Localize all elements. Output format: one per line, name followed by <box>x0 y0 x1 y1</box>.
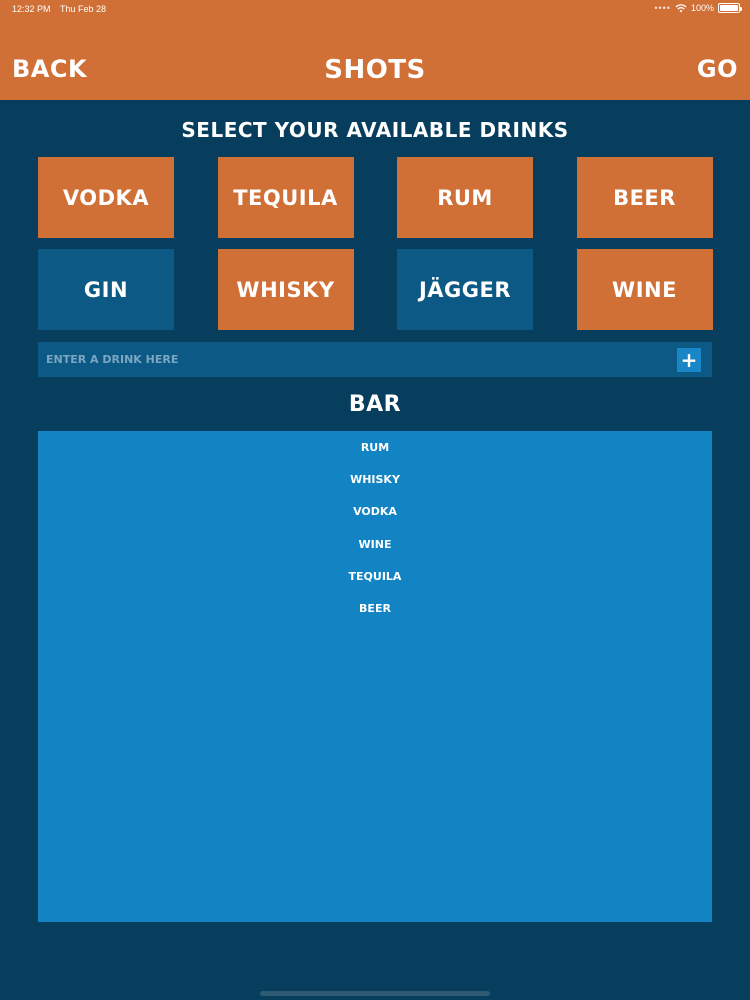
page-title: SHOTS <box>324 55 426 85</box>
drink-button-3[interactable]: BEER <box>576 157 713 238</box>
bar-list-item[interactable]: RUM <box>38 441 712 454</box>
bar-list-item[interactable]: VODKA <box>38 505 712 518</box>
signal-dots-icon: •••• <box>654 3 671 13</box>
add-drink-button[interactable]: + <box>677 348 701 372</box>
select-drinks-heading: SELECT YOUR AVAILABLE DRINKS <box>181 118 569 142</box>
bar-list-item[interactable]: TEQUILA <box>38 570 712 583</box>
drink-button-2[interactable]: RUM <box>397 157 533 238</box>
drink-input[interactable] <box>38 342 668 377</box>
status-time: 12:32 PM <box>12 4 51 14</box>
drink-button-6[interactable]: JÄGGER <box>397 249 533 330</box>
bar-list-item[interactable]: BEER <box>38 602 712 615</box>
home-indicator <box>260 991 490 996</box>
status-bar: 12:32 PM Thu Feb 28 •••• 100% <box>0 0 750 20</box>
status-date: Thu Feb 28 <box>60 4 107 14</box>
bar-list-item[interactable]: WINE <box>38 538 712 551</box>
go-button[interactable]: GO <box>697 55 738 83</box>
bar-list-item[interactable]: WHISKY <box>38 473 712 486</box>
battery-icon <box>718 3 742 13</box>
bar-list[interactable]: RUM WHISKY VODKA WINE TEQUILA BEER <box>38 431 712 922</box>
drink-button-4[interactable]: GIN <box>38 249 174 330</box>
drink-button-0[interactable]: VODKA <box>38 157 174 238</box>
drink-button-7[interactable]: WINE <box>576 249 713 330</box>
drink-input-container: + <box>38 342 712 377</box>
drink-grid: VODKA TEQUILA RUM BEER GIN WHISKY JÄGGER WINE <box>38 157 713 330</box>
wifi-icon <box>675 3 687 12</box>
battery-percent: 100% <box>690 3 714 13</box>
status-indicators: •••• 100% <box>654 3 742 13</box>
nav-header: 12:32 PM Thu Feb 28 •••• 100% BACK SHOTS… <box>0 0 750 100</box>
drink-button-1[interactable]: TEQUILA <box>217 157 354 238</box>
drink-button-5[interactable]: WHISKY <box>217 249 354 330</box>
bar-heading: BAR <box>348 392 402 417</box>
back-button[interactable]: BACK <box>12 55 87 83</box>
